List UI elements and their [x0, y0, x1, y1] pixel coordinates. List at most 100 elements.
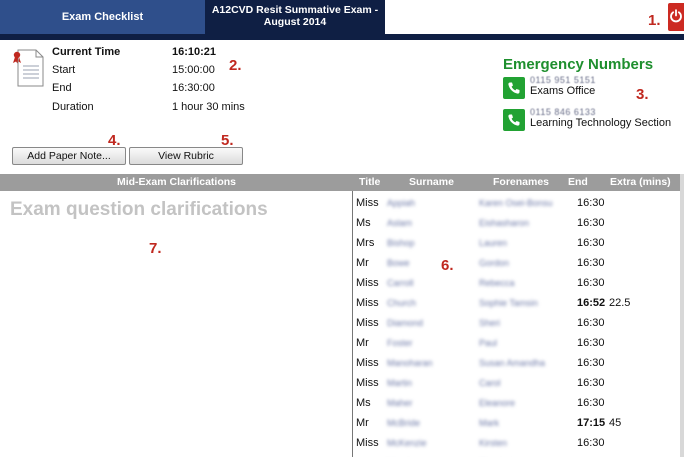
- cell-extra: 22.5: [609, 297, 631, 309]
- view-rubric-button[interactable]: View Rubric: [129, 147, 243, 165]
- cell-end: 16:30: [577, 217, 605, 229]
- cell-forenames: Mark: [479, 418, 499, 428]
- table-row[interactable]: Ms Maher Eleanore 16:30: [353, 393, 680, 413]
- cell-end: 16:30: [577, 357, 605, 369]
- marker-1: 1.: [648, 12, 661, 29]
- cell-surname: Carroll: [387, 278, 414, 288]
- add-paper-note-button[interactable]: Add Paper Note...: [12, 147, 126, 165]
- cell-end: 16:52: [577, 297, 606, 309]
- table-row[interactable]: Mr Mendoza Chesterton 16:30: [353, 453, 680, 457]
- table-row[interactable]: Miss Diamond Sheri 16:30: [353, 313, 680, 333]
- cell-forenames: Susan Amandha: [479, 358, 546, 368]
- table-row[interactable]: Mr Bowe Gordon 16:30: [353, 253, 680, 273]
- table-row[interactable]: Mr McBride Mark 17:15 45: [353, 413, 680, 433]
- table-row[interactable]: Ms Aslam Eishasharon 16:30: [353, 213, 680, 233]
- power-button[interactable]: [668, 3, 684, 31]
- cell-end: 17:15: [577, 417, 606, 429]
- emergency-number: 0115 951 5151: [530, 75, 596, 85]
- table-row[interactable]: Miss McKenzie Kirsten 16:30: [353, 433, 680, 453]
- start-label: Start: [52, 64, 76, 76]
- paper-document-icon: [10, 46, 48, 90]
- table-row[interactable]: Miss Carroll Rebecca 16:30: [353, 273, 680, 293]
- cell-end: 16:30: [577, 257, 605, 269]
- cell-surname: Martin: [387, 378, 413, 388]
- phone-icon: [503, 77, 525, 99]
- cell-forenames: Rebecca: [479, 278, 515, 288]
- table-row[interactable]: Miss Manoharan Susan Amandha 16:30: [353, 353, 680, 373]
- power-icon: [670, 9, 682, 23]
- col-forenames[interactable]: Forenames: [493, 174, 549, 191]
- cell-surname: Church: [387, 298, 417, 308]
- end-time-row: End 16:30:00: [52, 82, 312, 98]
- cell-forenames: Sheri: [479, 318, 501, 328]
- phone-icon: [503, 109, 525, 131]
- cell-surname: Mendoza: [387, 453, 424, 457]
- cell-forenames: Kirsten: [479, 438, 508, 448]
- cell-title: Ms: [356, 397, 371, 409]
- cell-forenames: Karen Osei-Bonsu: [479, 198, 553, 208]
- table-row[interactable]: Miss Martin Carol 16:30: [353, 373, 680, 393]
- cell-end: 16:30: [577, 197, 605, 209]
- cell-title: Miss: [356, 317, 379, 329]
- cell-end: 16:30: [577, 437, 605, 449]
- cell-end: 16:30: [577, 237, 605, 249]
- cell-surname: Aslam: [387, 218, 413, 228]
- cell-end: 16:30: [577, 317, 605, 329]
- emergency-numbers-title: Emergency Numbers: [503, 56, 654, 73]
- table-row[interactable]: Mrs Bishop Lauren 16:30: [353, 233, 680, 253]
- tab-exam-checklist[interactable]: Exam Checklist: [0, 0, 205, 34]
- cell-surname: Foster: [387, 338, 413, 348]
- table-row[interactable]: Mr Foster Paul 16:30: [353, 333, 680, 353]
- top-bar: Exam Checklist A12CVD Resit Summative Ex…: [0, 0, 684, 40]
- cell-end: 16:30: [577, 453, 605, 457]
- start-time-row: Start 15:00:00: [52, 64, 312, 80]
- cell-forenames: Chesterton: [479, 453, 523, 457]
- cell-title: Miss: [356, 197, 379, 209]
- emergency-number: 0115 846 6133: [530, 107, 596, 117]
- cell-forenames: Eishasharon: [479, 218, 530, 228]
- cell-end: 16:30: [577, 397, 605, 409]
- cell-title: Ms: [356, 217, 371, 229]
- cell-forenames: Paul: [479, 338, 498, 348]
- end-label: End: [52, 82, 72, 94]
- start-value: 15:00:00: [172, 64, 215, 76]
- student-table-header: Title Surname Forenames End Extra (mins): [353, 174, 680, 191]
- cell-title: Miss: [356, 297, 379, 309]
- top-bar-rule: [0, 34, 684, 40]
- table-row[interactable]: Miss Appiah Karen Osei-Bonsu 16:30: [353, 193, 680, 213]
- current-time-row: Current Time 16:10:21: [52, 46, 312, 62]
- cell-title: Miss: [356, 277, 379, 289]
- table-row[interactable]: Miss Church Sophie Tamsin 16:52 22.5: [353, 293, 680, 313]
- col-end[interactable]: End: [568, 174, 588, 191]
- cell-forenames: Carol: [479, 378, 501, 388]
- cell-surname: Bowe: [387, 258, 410, 268]
- duration-row: Duration 1 hour 30 mins: [52, 101, 312, 117]
- col-surname[interactable]: Surname: [409, 174, 454, 191]
- cell-forenames: Gordon: [479, 258, 510, 268]
- clarifications-placeholder: Exam question clarifications: [10, 199, 268, 220]
- cell-title: Mrs: [356, 237, 375, 249]
- cell-forenames: Sophie Tamsin: [479, 298, 538, 308]
- clarifications-panel[interactable]: Exam question clarifications: [0, 191, 353, 457]
- tab-exam-title[interactable]: A12CVD Resit Summative Exam - August 201…: [205, 0, 385, 34]
- cell-surname: McKenzie: [387, 438, 427, 448]
- col-title[interactable]: Title: [359, 174, 380, 191]
- cell-title: Mr: [356, 417, 369, 429]
- cell-title: Mr: [356, 257, 369, 269]
- cell-forenames: Eleanore: [479, 398, 516, 408]
- cell-surname: Manoharan: [387, 358, 433, 368]
- end-value: 16:30:00: [172, 82, 215, 94]
- cell-forenames: Lauren: [479, 238, 508, 248]
- col-extra[interactable]: Extra (mins): [610, 174, 671, 191]
- student-table: Miss Appiah Karen Osei-Bonsu 16:30 Ms Aslam Ei…: [353, 191, 680, 457]
- cell-surname: Bishop: [387, 238, 415, 248]
- cell-title: Miss: [356, 357, 379, 369]
- current-time-value: 16:10:21: [172, 46, 217, 58]
- emergency-label: Exams Office: [530, 85, 596, 97]
- cell-end: 16:30: [577, 277, 605, 289]
- current-time-label: Current Time: [52, 46, 121, 58]
- cell-title: Mr: [356, 453, 369, 457]
- cell-extra: 45: [609, 417, 622, 429]
- table-scrollbar[interactable]: [680, 174, 684, 457]
- cell-title: Miss: [356, 377, 379, 389]
